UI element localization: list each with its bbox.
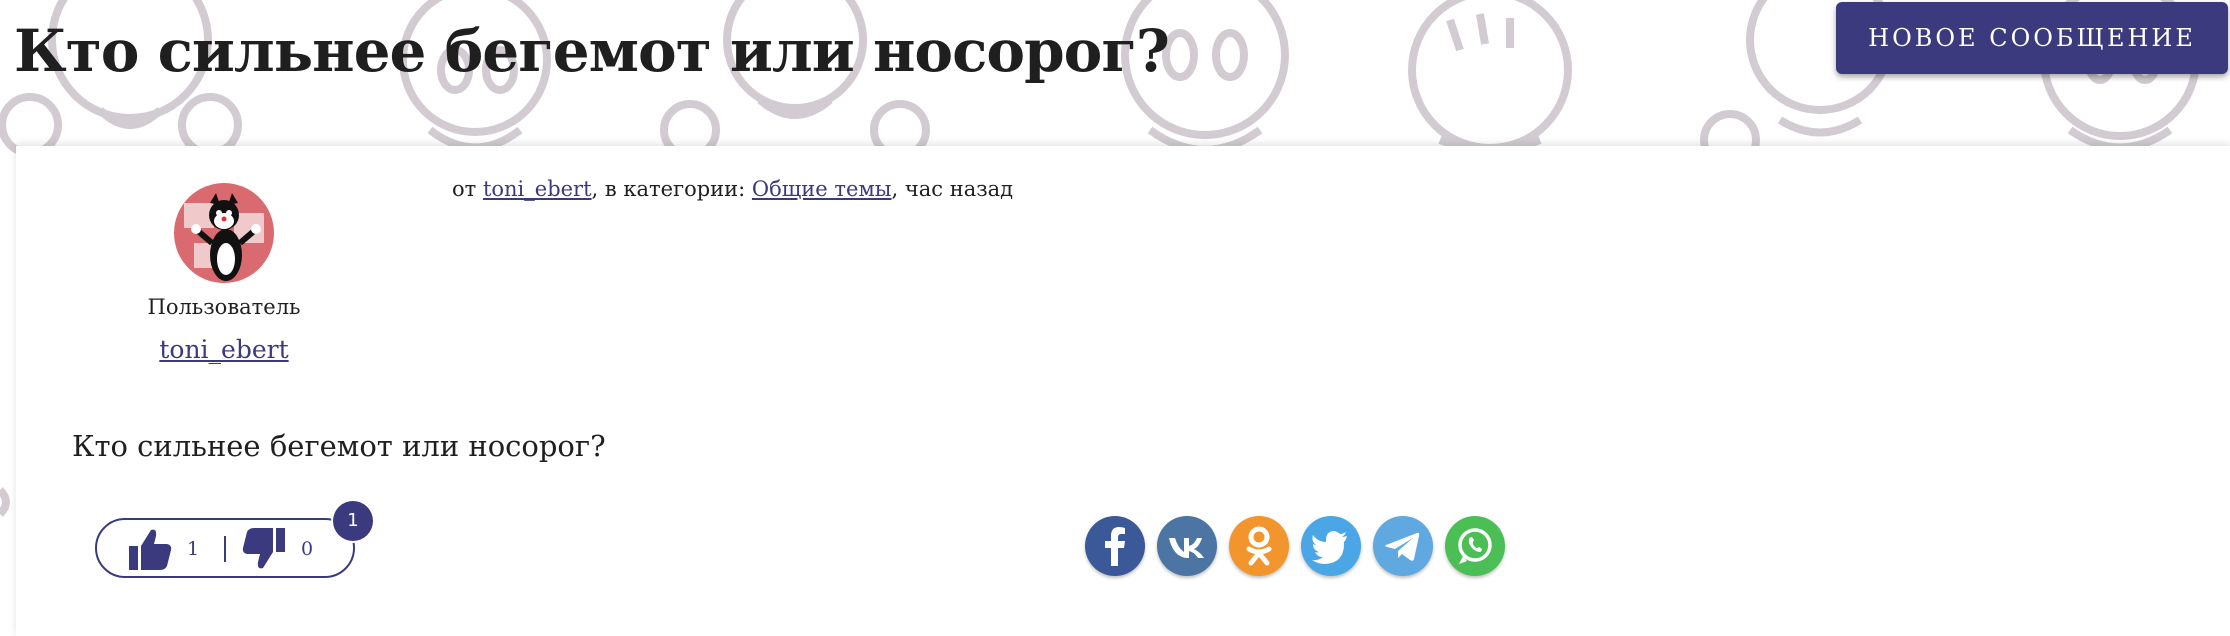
share-vk-button[interactable] xyxy=(1157,516,1217,576)
thumbs-up-icon xyxy=(129,529,172,570)
whatsapp-icon xyxy=(1458,528,1492,564)
meta-author-link[interactable]: toni_ebert xyxy=(483,177,592,201)
new-message-button[interactable]: НОВОЕ СООБЩЕНИЕ xyxy=(1836,2,2228,74)
share-odnoklassniki-button[interactable] xyxy=(1229,516,1289,576)
post-meta: от toni_ebert, в категории: Общие темы, … xyxy=(452,174,1013,204)
post-body: Кто сильнее бегемот или носорог? xyxy=(72,429,606,463)
meta-category-prefix: , в категории: xyxy=(591,177,752,201)
cartoon-cat-avatar-icon[interactable] xyxy=(174,183,274,283)
vote-score-badge: 1 xyxy=(333,501,373,541)
meta-category-link[interactable]: Общие темы xyxy=(752,177,892,201)
share-telegram-button[interactable] xyxy=(1373,516,1433,576)
dislike-count: 0 xyxy=(301,538,314,560)
share-twitter-button[interactable] xyxy=(1301,516,1361,576)
odnoklassniki-icon xyxy=(1246,526,1272,566)
vk-icon xyxy=(1169,538,1204,558)
page-title: Кто сильнее бегемот или носорог? xyxy=(14,17,1170,85)
like-button[interactable]: 1 xyxy=(127,526,199,572)
post-card: Пользователь toni_ebert от toni_ebert, в… xyxy=(16,146,2230,636)
meta-prefix: от xyxy=(452,177,483,201)
share-whatsapp-button[interactable] xyxy=(1445,516,1505,576)
share-buttons xyxy=(1085,516,1505,580)
meta-time: , час назад xyxy=(891,177,1014,201)
twitter-icon xyxy=(1312,531,1347,564)
author-role: Пользователь xyxy=(147,295,301,319)
telegram-icon xyxy=(1385,532,1420,561)
share-facebook-button[interactable] xyxy=(1085,516,1145,576)
like-count: 1 xyxy=(187,538,200,560)
facebook-icon xyxy=(1105,527,1125,566)
author-username-link[interactable]: toni_ebert xyxy=(104,334,344,366)
vote-box: 1 0 xyxy=(95,518,355,578)
thumbs-down-icon xyxy=(242,528,285,569)
vote-divider xyxy=(224,536,226,562)
dislike-button[interactable]: 0 xyxy=(241,526,313,572)
